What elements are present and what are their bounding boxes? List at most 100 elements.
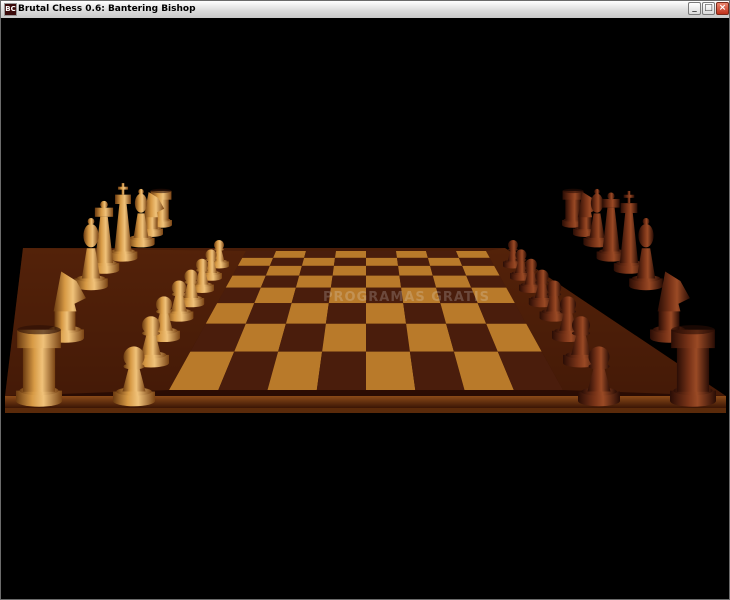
window-title: Brutal Chess 0.6: Bantering Bishop <box>18 4 196 14</box>
pawn-head <box>560 296 576 313</box>
board-square <box>335 251 366 258</box>
board-square <box>273 251 306 258</box>
minimize-icon: _ <box>692 3 697 13</box>
board-square <box>430 265 467 276</box>
board-square <box>366 251 397 258</box>
board-square <box>466 275 507 288</box>
board-square <box>232 265 270 276</box>
pawn-head <box>142 316 160 335</box>
chess-scene[interactable] <box>1 18 729 599</box>
bishop-mitre <box>638 223 654 248</box>
pawn-head <box>535 269 549 283</box>
rook-top <box>562 188 584 194</box>
board-square <box>242 251 276 258</box>
board-square <box>366 275 402 288</box>
board-square <box>316 351 366 390</box>
bishop-body <box>636 248 656 279</box>
pawn-head <box>508 240 518 250</box>
rook-top <box>17 325 61 335</box>
rook-top <box>671 325 715 335</box>
board-square <box>399 275 437 288</box>
pawn-head <box>123 346 145 368</box>
queen-finial <box>100 200 108 209</box>
title-bar[interactable]: BC Brutal Chess 0.6: Bantering Bishop _ … <box>1 1 729 19</box>
king-body <box>619 213 639 264</box>
board-square <box>396 251 428 258</box>
pawn-head <box>525 258 537 271</box>
bishop-mitre <box>590 193 604 213</box>
knight-neck <box>54 309 76 331</box>
knight-neck <box>578 216 592 230</box>
board-square <box>278 323 326 352</box>
board-square <box>458 257 495 266</box>
close-icon: × <box>718 3 727 13</box>
board-square <box>398 265 433 276</box>
board-square <box>299 265 334 276</box>
king-crown <box>115 194 131 204</box>
app-window: BC Brutal Chess 0.6: Bantering Bishop _ … <box>0 0 730 600</box>
board-square <box>456 251 490 258</box>
board-square <box>426 251 459 258</box>
bishop-mitre <box>134 193 148 213</box>
rook-piece[interactable] <box>670 325 716 407</box>
board-square <box>225 275 266 288</box>
queen-finial <box>607 192 615 200</box>
pawn-head <box>572 316 590 335</box>
board-square <box>265 265 302 276</box>
pawn-head <box>515 249 527 261</box>
rook-top <box>150 188 172 194</box>
board-square <box>304 251 336 258</box>
board-square <box>322 323 366 352</box>
knight-head <box>657 271 690 312</box>
pawn-head <box>205 249 217 261</box>
bishop-mitre <box>83 223 99 248</box>
king-body <box>114 204 132 252</box>
queen-body <box>602 207 620 252</box>
watermark-text: PROGRAMAS GRATIS <box>323 290 491 305</box>
board-square <box>366 303 407 324</box>
board-square <box>269 257 305 266</box>
king-cross-horizontal <box>623 194 635 198</box>
board-square <box>366 265 400 276</box>
minimize-button[interactable]: _ <box>688 2 701 15</box>
board-square <box>406 323 454 352</box>
maximize-button[interactable]: □ <box>702 2 715 15</box>
board-square <box>254 287 296 304</box>
pawn-head <box>196 258 208 271</box>
rook-body <box>565 198 581 221</box>
board-square <box>332 265 366 276</box>
pawn-head <box>171 280 187 295</box>
board-square <box>295 275 333 288</box>
king-cross-horizontal <box>117 186 129 190</box>
pawn-head <box>156 296 172 313</box>
board-square <box>366 257 399 266</box>
queen-crown <box>94 207 114 217</box>
pawn-head <box>546 280 562 295</box>
queen-crown <box>602 198 620 208</box>
board-square <box>432 275 472 288</box>
board-square <box>285 303 329 324</box>
pawn-head <box>588 346 610 368</box>
board-square <box>397 257 431 266</box>
board-square <box>301 257 335 266</box>
brutal-chess-app-icon[interactable]: BC <box>4 3 17 16</box>
board-square <box>333 257 366 266</box>
pawn-head <box>214 240 224 250</box>
rook-body <box>22 345 56 392</box>
board-square <box>403 303 447 324</box>
maximize-icon: □ <box>704 3 713 13</box>
king-crown <box>620 203 638 213</box>
chess-3d-viewport[interactable]: PROGRAMAS GRATIS <box>1 18 729 599</box>
bishop-finial <box>138 188 144 195</box>
close-button[interactable]: × <box>716 2 729 15</box>
bishop-finial <box>87 217 95 225</box>
rook-piece[interactable] <box>16 325 62 407</box>
board-square <box>427 257 463 266</box>
pawn-head <box>184 269 198 283</box>
board-square <box>237 257 274 266</box>
board-edge-bottom <box>5 408 726 413</box>
bishop-finial <box>642 217 650 225</box>
board-square <box>366 351 416 390</box>
board-square <box>260 275 300 288</box>
bishop-finial <box>594 188 600 195</box>
